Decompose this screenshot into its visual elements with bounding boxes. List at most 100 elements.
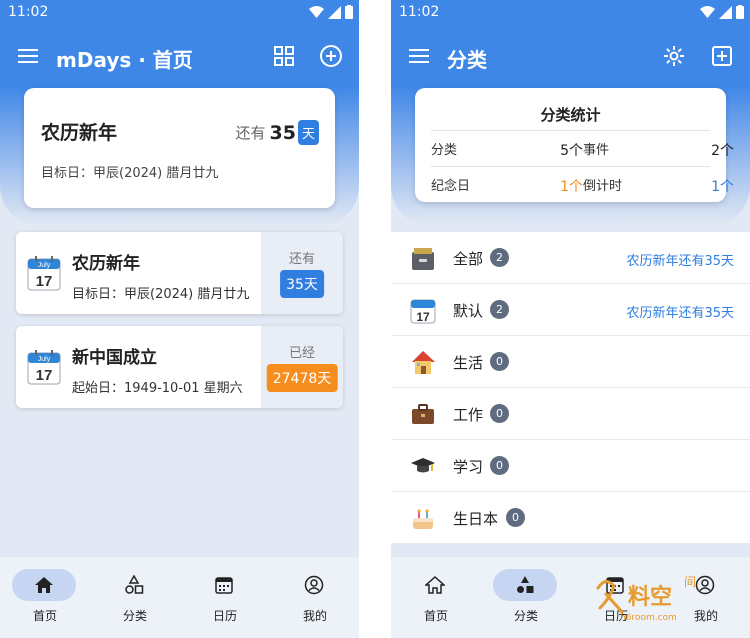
nav-label: 首页 [423,609,448,623]
nav-label: 分类 [513,609,538,623]
calendar-icon: 17 [410,299,436,324]
battery-icon [345,5,353,19]
bottom-nav: 首页 分类 日历 我的 [0,557,359,638]
category-list: 全部 2 农历新年还有35天 17 默认 2 农历新年还有35天 生活 0 工作… [391,232,750,544]
category-count-badge: 0 [490,352,509,371]
calendar-day: 17 [36,273,53,290]
app-bar: 分类 [391,26,750,88]
category-item-work[interactable]: 工作 0 [391,388,750,440]
event-date: 目标日：甲辰(2024) 腊月廿九 [72,287,250,302]
wifi-icon [700,6,715,18]
nav-category[interactable]: 分类 [90,557,180,638]
featured-event-date: 目标日：甲辰(2024) 腊月廿九 [41,166,219,181]
event-countdown-panel: 已经 27478天 [261,326,343,408]
status-time: 11:02 [8,4,49,20]
nav-home[interactable]: 首页 [0,557,90,638]
nav-profile[interactable]: 我的 [661,557,750,638]
category-count-badge: 0 [490,456,509,475]
featured-event-card[interactable]: 农历新年 还有 35 天 目标日：甲辰(2024) 腊月廿九 [24,88,335,208]
status-icons [700,5,744,19]
nav-label: 日历 [212,609,237,623]
category-item-birthday[interactable]: 生日本 0 [391,492,750,544]
gear-icon[interactable] [662,44,686,68]
cabinet-icon [412,248,434,270]
stat-value: 2个 [711,143,734,159]
featured-countdown: 还有 35 天 [236,120,319,145]
wifi-icon [309,6,324,18]
menu-icon[interactable] [409,46,429,66]
menu-icon[interactable] [18,46,38,66]
home-icon [35,577,53,593]
event-countdown-label: 已经 [288,346,315,361]
nav-calendar[interactable]: 日历 [571,557,661,638]
category-name: 学习 [453,458,484,476]
stat-value: 1个 [711,179,734,195]
profile-icon [304,575,324,595]
cake-icon [413,509,433,529]
shapes-icon [517,576,534,593]
category-item-all[interactable]: 全部 2 农历新年还有35天 [391,232,750,284]
home-icon [425,575,445,594]
calendar-icon: July 17 [27,350,61,385]
divider [431,166,710,167]
featured-event-name: 农历新年 [41,122,118,144]
category-name: 默认 [453,302,484,320]
status-bar: 11:02 [391,0,750,26]
graduation-cap-icon [411,458,435,473]
stat-label: 分类 [431,143,458,158]
event-row[interactable]: July 17 农历新年 目标日：甲辰(2024) 腊月廿九 还有 35天 [16,232,343,314]
category-item-study[interactable]: 学习 0 [391,440,750,492]
briefcase-icon [412,404,434,424]
event-days-badge: 35天 [280,270,324,298]
stat-value: 5个 [560,143,583,159]
nav-home[interactable]: 首页 [391,557,481,638]
page-title: 分类 [447,48,487,72]
category-item-default[interactable]: 17 默认 2 农历新年还有35天 [391,284,750,336]
add-box-icon[interactable] [710,44,734,68]
nav-category[interactable]: 分类 [481,557,571,638]
category-name: 全部 [453,250,484,268]
nav-label: 日历 [603,609,628,623]
category-item-life[interactable]: 生活 0 [391,336,750,388]
calendar-day: 17 [36,367,53,384]
grid-view-icon[interactable] [272,44,296,68]
nav-profile[interactable]: 我的 [270,557,359,638]
home-screen: 11:02 mDays · 首页 农历新年 还有 35 天 目标日：甲辰(202… [0,0,359,638]
calendar-grid-icon [606,577,624,594]
nav-label: 分类 [122,609,147,623]
calendar-day: 17 [416,310,430,324]
house-icon [412,351,435,374]
shapes-icon [125,575,144,594]
category-screen: 11:02 分类 分类统计 分类 5个 事件 2个 纪念日 1个 倒计时 1个 … [391,0,750,638]
category-name: 生活 [453,354,484,372]
nav-label: 首页 [32,609,57,623]
nav-calendar[interactable]: 日历 [180,557,270,638]
profile-icon [695,575,715,595]
status-bar: 11:02 [0,0,359,26]
signal-icon [328,5,341,19]
status-time: 11:02 [399,4,440,20]
stat-label: 倒计时 [583,179,623,194]
category-stats-card: 分类统计 分类 5个 事件 2个 纪念日 1个 倒计时 1个 [415,88,734,202]
countdown-unit: 天 [297,120,319,145]
event-countdown-label: 还有 [288,252,315,267]
app-bar: mDays · 首页 [0,26,359,88]
event-name: 农历新年 [72,254,140,274]
calendar-month: July [38,262,51,269]
category-count-badge: 0 [506,508,525,527]
page-title: mDays · 首页 [56,48,193,72]
stat-label: 纪念日 [431,179,471,194]
event-countdown-panel: 还有 35天 [261,232,343,314]
category-name: 生日本 [453,510,499,528]
add-circle-icon[interactable] [319,44,343,68]
status-icons [309,5,353,19]
stat-label: 事件 [583,143,610,158]
event-days-badge: 27478天 [266,364,338,392]
calendar-icon: July 17 [27,256,61,291]
category-upcoming-text: 农历新年还有35天 [626,306,734,321]
category-name: 工作 [453,406,484,424]
event-row[interactable]: July 17 新中国成立 起始日：1949-10-01 星期六 已经 2747… [16,326,343,408]
category-upcoming-text: 农历新年还有35天 [626,254,734,269]
event-date: 起始日：1949-10-01 星期六 [72,381,243,396]
nav-label: 我的 [302,609,327,623]
